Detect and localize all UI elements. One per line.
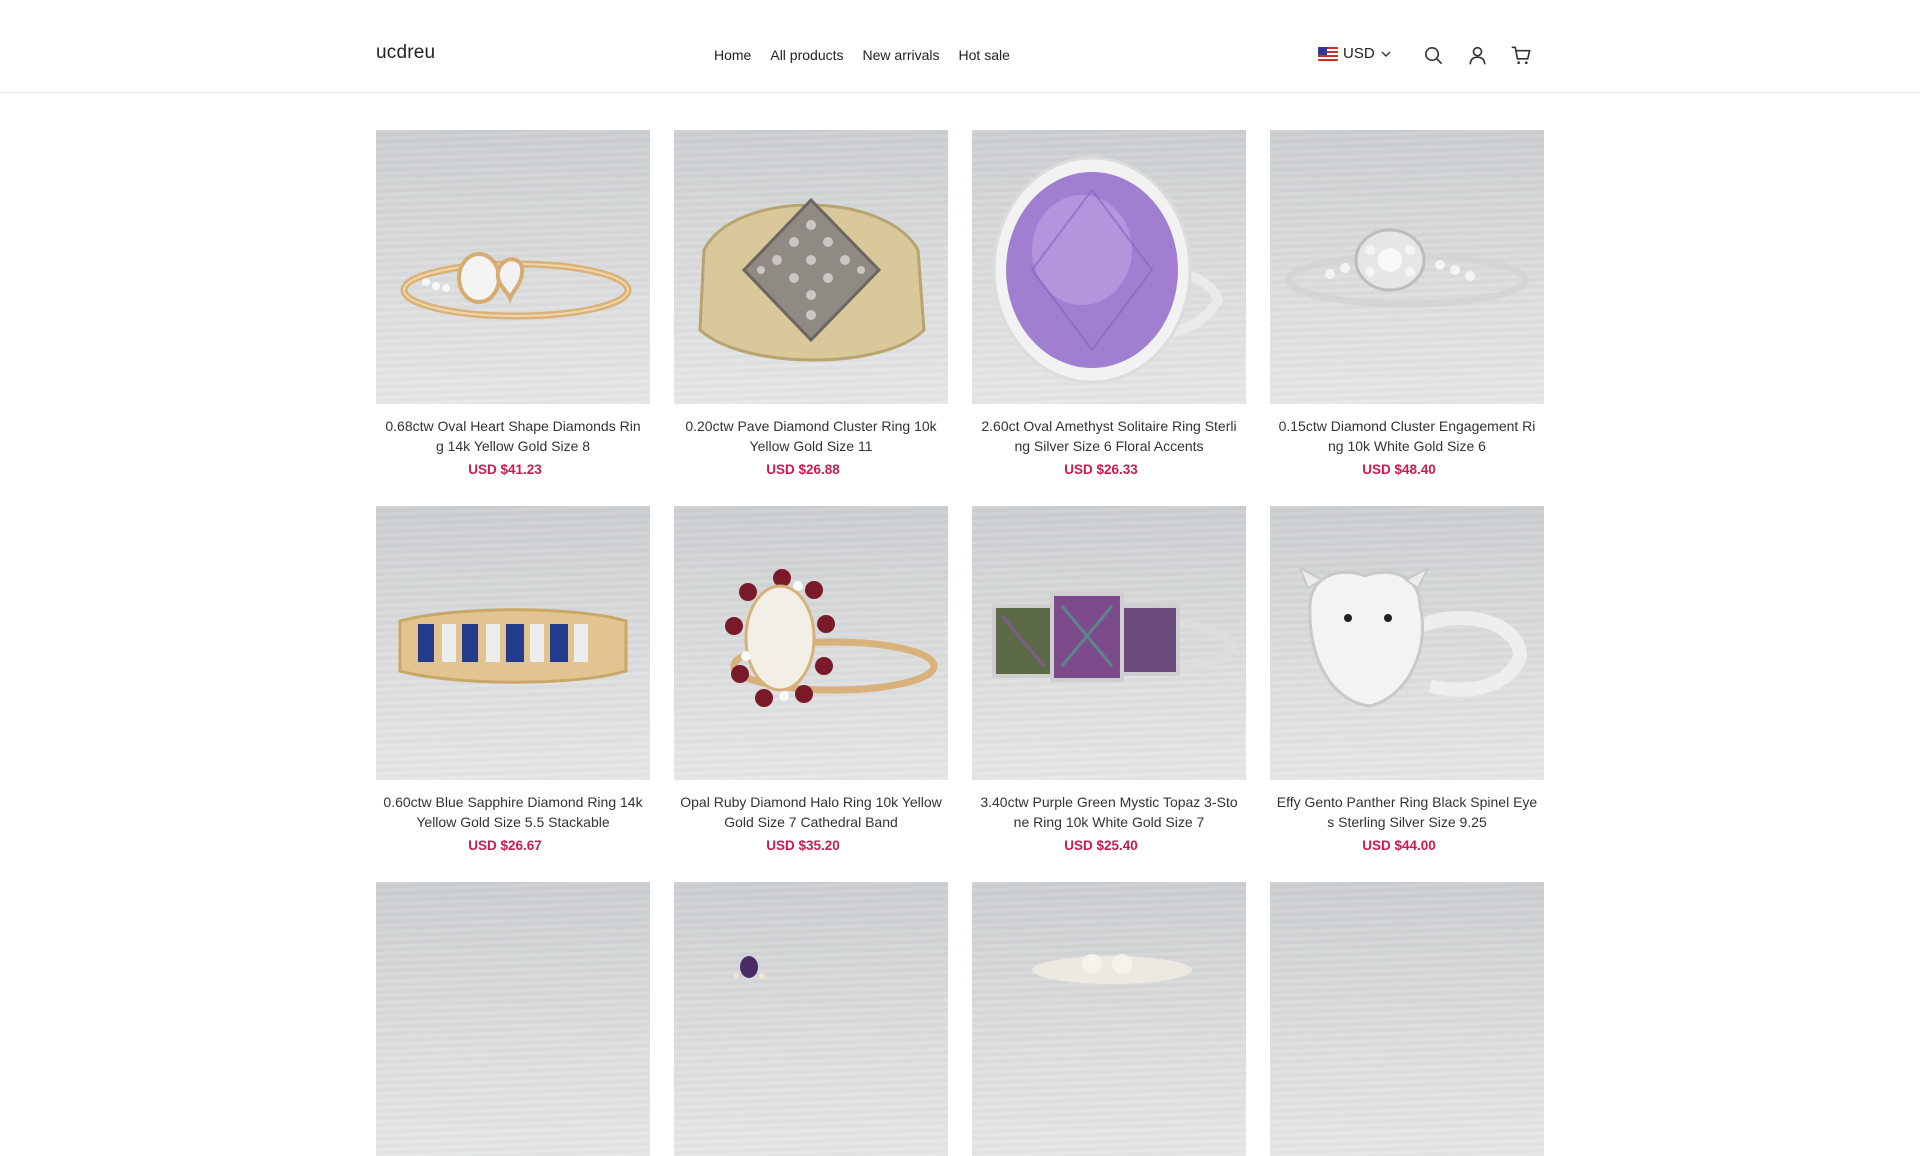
cart-icon[interactable] [1510, 44, 1533, 67]
product-title[interactable]: Opal Ruby Diamond Halo Ring 10k Yellow G… [674, 792, 948, 832]
product-card[interactable] [972, 882, 1246, 1156]
store-logo[interactable]: ucdreu [376, 42, 435, 64]
product-card[interactable]: 3.40ctw Purple Green Mystic Topaz 3-Ston… [972, 506, 1246, 853]
product-image[interactable] [972, 882, 1246, 1156]
product-image[interactable] [376, 506, 650, 780]
product-title[interactable]: 3.40ctw Purple Green Mystic Topaz 3-Ston… [972, 792, 1246, 832]
main-nav: Home All products New arrivals Hot sale [714, 47, 1010, 63]
currency-code: USD [1343, 45, 1375, 62]
product-price: USD $41.23 [468, 462, 542, 477]
product-price: USD $26.88 [766, 462, 840, 477]
product-card[interactable]: 0.60ctw Blue Sapphire Diamond Ring 14k Y… [376, 506, 650, 853]
product-price: USD $26.67 [468, 838, 542, 853]
product-image[interactable] [674, 130, 948, 404]
header-icons [1422, 44, 1533, 67]
product-image[interactable] [972, 130, 1246, 404]
account-icon[interactable] [1466, 44, 1489, 67]
product-card[interactable]: 0.20ctw Pave Diamond Cluster Ring 10k Ye… [674, 130, 948, 477]
product-image[interactable] [674, 882, 948, 1156]
product-image[interactable] [1270, 506, 1544, 780]
product-image[interactable] [376, 130, 650, 404]
product-card[interactable]: 2.60ct Oval Amethyst Solitaire Ring Ster… [972, 130, 1246, 477]
product-card[interactable] [674, 882, 948, 1156]
product-card[interactable]: 0.15ctw Diamond Cluster Engagement Ring … [1270, 130, 1544, 477]
product-image[interactable] [674, 506, 948, 780]
product-price: USD $26.33 [1064, 462, 1138, 477]
product-title[interactable]: 0.15ctw Diamond Cluster Engagement Ring … [1270, 416, 1544, 456]
product-image[interactable] [376, 882, 650, 1156]
product-image[interactable] [1270, 882, 1544, 1156]
product-image[interactable] [972, 506, 1246, 780]
product-price: USD $35.20 [766, 838, 840, 853]
currency-selector[interactable]: USD [1318, 45, 1392, 62]
product-card[interactable]: Opal Ruby Diamond Halo Ring 10k Yellow G… [674, 506, 948, 853]
product-title[interactable]: Effy Gento Panther Ring Black Spinel Eye… [1270, 792, 1544, 832]
nav-all-products[interactable]: All products [770, 47, 843, 63]
product-card[interactable] [376, 882, 650, 1156]
product-title[interactable]: 0.60ctw Blue Sapphire Diamond Ring 14k Y… [376, 792, 650, 832]
product-card[interactable] [1270, 882, 1544, 1156]
product-title[interactable]: 0.68ctw Oval Heart Shape Diamonds Ring 1… [376, 416, 650, 456]
search-icon[interactable] [1422, 44, 1445, 67]
site-header: ucdreu Home All products New arrivals Ho… [0, 0, 1920, 93]
product-grid: 0.68ctw Oval Heart Shape Diamonds Ring 1… [376, 130, 1544, 1156]
us-flag-icon [1318, 46, 1338, 61]
nav-home[interactable]: Home [714, 47, 751, 63]
nav-hot-sale[interactable]: Hot sale [959, 47, 1010, 63]
product-title[interactable]: 0.20ctw Pave Diamond Cluster Ring 10k Ye… [674, 416, 948, 456]
product-price: USD $48.40 [1362, 462, 1436, 477]
product-image[interactable] [1270, 130, 1544, 404]
product-price: USD $25.40 [1064, 838, 1138, 853]
nav-new-arrivals[interactable]: New arrivals [863, 47, 940, 63]
product-card[interactable]: 0.68ctw Oval Heart Shape Diamonds Ring 1… [376, 130, 650, 477]
chevron-down-icon [1381, 51, 1391, 57]
product-price: USD $44.00 [1362, 838, 1436, 853]
product-card[interactable]: Effy Gento Panther Ring Black Spinel Eye… [1270, 506, 1544, 853]
product-title[interactable]: 2.60ct Oval Amethyst Solitaire Ring Ster… [972, 416, 1246, 456]
